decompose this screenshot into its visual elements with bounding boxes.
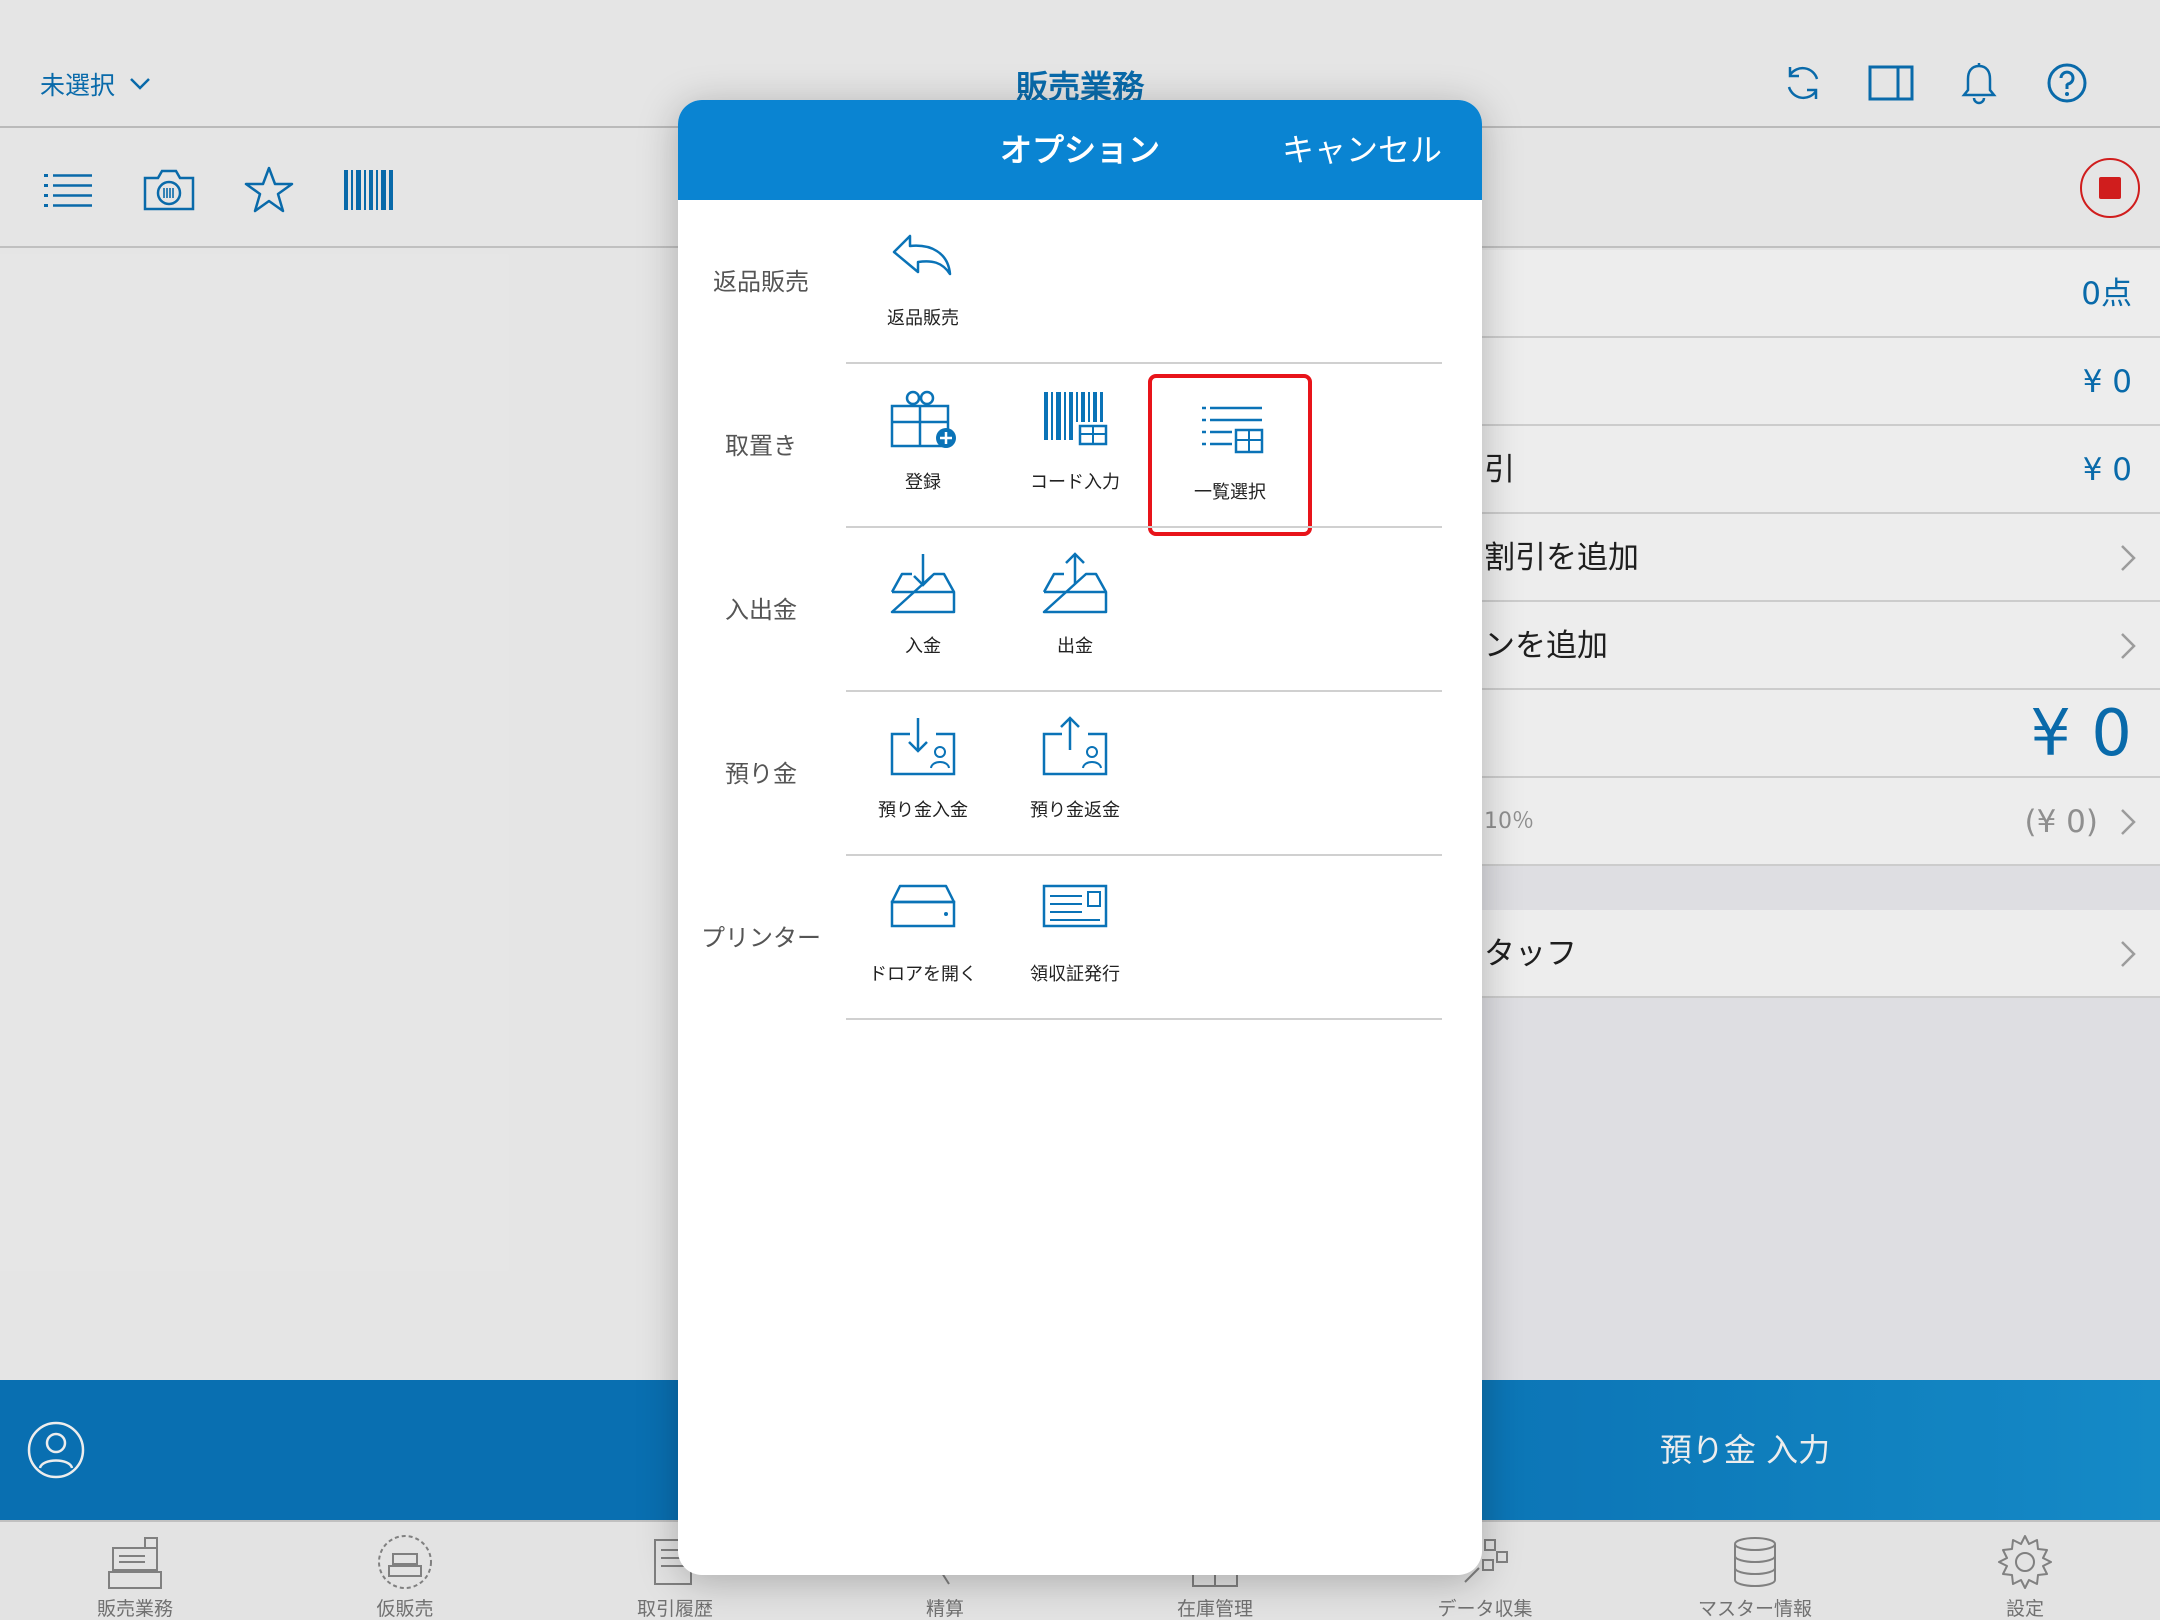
section-cash-in-out: 入出金 入金 出金 [678, 528, 1482, 692]
gift-add-icon [890, 390, 956, 448]
section-label: 預り金 [725, 760, 797, 788]
option-label: 預り金返金 [1030, 800, 1120, 821]
list-gift-icon [1202, 406, 1264, 454]
section-label: 入出金 [725, 596, 797, 624]
section-label: 取置き [725, 432, 797, 460]
option-layaway-register[interactable]: 登録 [848, 382, 998, 502]
option-label: 返品販売 [887, 308, 959, 329]
section-return-sale: 返品販売 返品販売 [678, 200, 1482, 364]
option-issue-receipt[interactable]: 領収証発行 [1000, 874, 1150, 994]
option-cash-in[interactable]: 入金 [848, 546, 998, 666]
option-layaway-list-select[interactable]: 一覧選択 [1148, 374, 1312, 536]
drawer-icon [890, 884, 956, 928]
option-deposit-refund[interactable]: 預り金返金 [1000, 710, 1150, 830]
barcode-gift-icon [1044, 392, 1108, 446]
options-modal: オプション キャンセル 返品販売 返品販売 取置き 登録 コード入力 一覧選択 … [678, 100, 1482, 1575]
option-deposit-in[interactable]: 預り金入金 [848, 710, 998, 830]
return-arrow-icon [892, 234, 952, 276]
tray-in-icon [890, 554, 956, 614]
option-label: 出金 [1057, 636, 1093, 657]
option-return-sale[interactable]: 返品販売 [848, 218, 998, 338]
section-printer: プリンター ドロアを開く 領収証発行 [678, 856, 1482, 1020]
option-label: 領収証発行 [1030, 964, 1120, 985]
deposit-in-icon [890, 718, 956, 776]
option-label: コード入力 [1030, 472, 1120, 493]
receipt-icon [1042, 884, 1108, 928]
option-open-drawer[interactable]: ドロアを開く [848, 874, 998, 994]
section-divider [846, 1018, 1442, 1020]
option-label: 登録 [905, 472, 941, 493]
section-layaway: 取置き 登録 コード入力 一覧選択 [678, 364, 1482, 536]
option-layaway-code-input[interactable]: コード入力 [1000, 382, 1150, 502]
cancel-button[interactable]: キャンセル [1282, 100, 1442, 200]
modal-header: オプション キャンセル [678, 100, 1482, 200]
deposit-refund-icon [1042, 716, 1108, 776]
option-label: 入金 [905, 636, 941, 657]
section-label: プリンター [701, 924, 821, 952]
option-label: 一覧選択 [1194, 482, 1266, 503]
tray-out-icon [1042, 552, 1108, 614]
option-cash-out[interactable]: 出金 [1000, 546, 1150, 666]
section-deposit: 預り金 預り金入金 預り金返金 [678, 692, 1482, 856]
option-label: 預り金入金 [878, 800, 968, 821]
section-label: 返品販売 [713, 268, 809, 296]
option-label: ドロアを開く [869, 964, 977, 985]
